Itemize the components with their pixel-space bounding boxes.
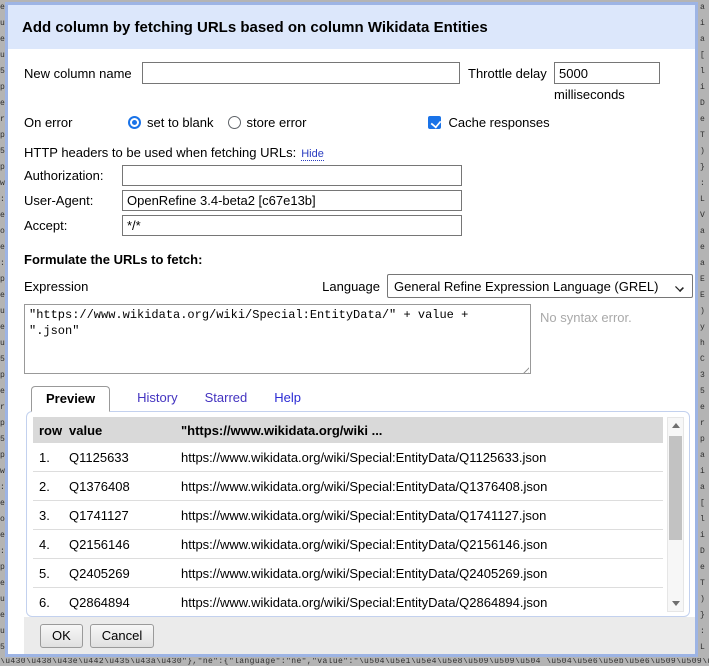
accept-input[interactable] <box>122 215 462 236</box>
on-error-label: On error <box>24 115 128 130</box>
user-agent-input[interactable] <box>122 190 462 211</box>
column-header-row: row <box>33 423 63 438</box>
language-select[interactable]: General Refine Expression Language (GREL… <box>387 274 693 298</box>
http-headers-row: HTTP headers to be used when fetching UR… <box>24 145 695 161</box>
screen: e u e u 5 p e r p 5 p w : e o e : p e u … <box>0 0 709 666</box>
expression-editor-row: "https://www.wikidata.org/wiki/Special:E… <box>24 304 695 377</box>
milliseconds-label: milliseconds <box>554 87 660 102</box>
preview-scrollbar[interactable] <box>667 417 684 612</box>
accept-label: Accept: <box>24 218 122 233</box>
authorization-input[interactable] <box>122 165 462 186</box>
cache-responses-label[interactable]: Cache responses <box>448 115 549 130</box>
column-header-value: value <box>63 423 175 438</box>
dialog-footer: OK Cancel <box>24 617 695 654</box>
expression-textarea[interactable]: "https://www.wikidata.org/wiki/Special:E… <box>24 304 531 374</box>
column-header-url: "https://www.wikidata.org/wiki ... <box>175 423 663 438</box>
accept-row: Accept: <box>24 215 695 236</box>
cancel-button[interactable]: Cancel <box>90 624 154 648</box>
authorization-row: Authorization: <box>24 165 695 186</box>
language-label: Language <box>322 279 387 294</box>
table-row: 5.Q2405269https://www.wikidata.org/wiki/… <box>33 559 663 588</box>
dialog-header: Add column by fetching URLs based on col… <box>8 5 695 49</box>
new-column-name-label: New column name <box>24 62 142 81</box>
background-page-fragment-bottom: \u430\u438\u43e\u442\u435\u43a\u430"},"n… <box>0 658 709 666</box>
hide-link[interactable]: Hide <box>301 148 324 161</box>
expression-label: Expression <box>24 279 88 294</box>
tab-starred[interactable]: Starred <box>205 386 248 411</box>
tab-preview[interactable]: Preview <box>31 386 110 412</box>
ok-button[interactable]: OK <box>40 624 83 648</box>
formulate-urls-label: Formulate the URLs to fetch: <box>24 252 695 267</box>
language-selected-value: General Refine Expression Language (GREL… <box>394 279 658 294</box>
tab-help[interactable]: Help <box>274 386 301 411</box>
preview-table-header: row value "https://www.wikidata.org/wiki… <box>33 417 663 443</box>
throttle-delay-label: Throttle delay <box>468 62 554 81</box>
user-agent-row: User-Agent: <box>24 190 695 211</box>
background-page-fragment-right: a i a [ l i D e T ) } : L V a e a E E ) … <box>698 0 709 666</box>
scroll-up-icon[interactable] <box>668 418 683 433</box>
table-row: 6.Q2864894https://www.wikidata.org/wiki/… <box>33 588 663 617</box>
expression-language-row: Expression Language General Refine Expre… <box>24 274 695 298</box>
on-error-row: On error set to blank store error Cache … <box>24 113 695 132</box>
scrollbar-thumb[interactable] <box>669 436 682 540</box>
throttle-group: milliseconds <box>554 62 660 102</box>
store-error-label[interactable]: store error <box>247 115 307 130</box>
preview-panel: row value "https://www.wikidata.org/wiki… <box>26 411 690 617</box>
user-agent-label: User-Agent: <box>24 193 122 208</box>
table-row: 1.Q1125633https://www.wikidata.org/wiki/… <box>33 443 663 472</box>
set-to-blank-label[interactable]: set to blank <box>147 115 214 130</box>
store-error-radio[interactable] <box>228 116 241 129</box>
new-column-name-input[interactable] <box>142 62 460 84</box>
table-row: 2.Q1376408https://www.wikidata.org/wiki/… <box>33 472 663 501</box>
new-column-row: New column name Throttle delay milliseco… <box>24 62 695 102</box>
throttle-delay-input[interactable] <box>554 62 660 84</box>
preview-tabs: Preview History Starred Help <box>31 385 695 411</box>
preview-table-body: 1.Q1125633https://www.wikidata.org/wiki/… <box>33 443 663 617</box>
syntax-status: No syntax error. <box>540 310 632 325</box>
http-headers-label: HTTP headers to be used when fetching UR… <box>24 145 296 160</box>
cache-responses-checkbox[interactable] <box>428 116 441 129</box>
tab-history[interactable]: History <box>137 386 177 411</box>
dialog-title: Add column by fetching URLs based on col… <box>22 19 488 36</box>
cache-responses-group: Cache responses <box>428 115 549 130</box>
authorization-label: Authorization: <box>24 168 122 183</box>
set-to-blank-radio[interactable] <box>128 116 141 129</box>
table-row: 3.Q1741127https://www.wikidata.org/wiki/… <box>33 501 663 530</box>
dialog-body: New column name Throttle delay milliseco… <box>8 49 695 654</box>
add-column-by-fetching-urls-dialog: Add column by fetching URLs based on col… <box>5 2 698 657</box>
table-row: 4.Q2156146https://www.wikidata.org/wiki/… <box>33 530 663 559</box>
scroll-down-icon[interactable] <box>668 596 683 611</box>
